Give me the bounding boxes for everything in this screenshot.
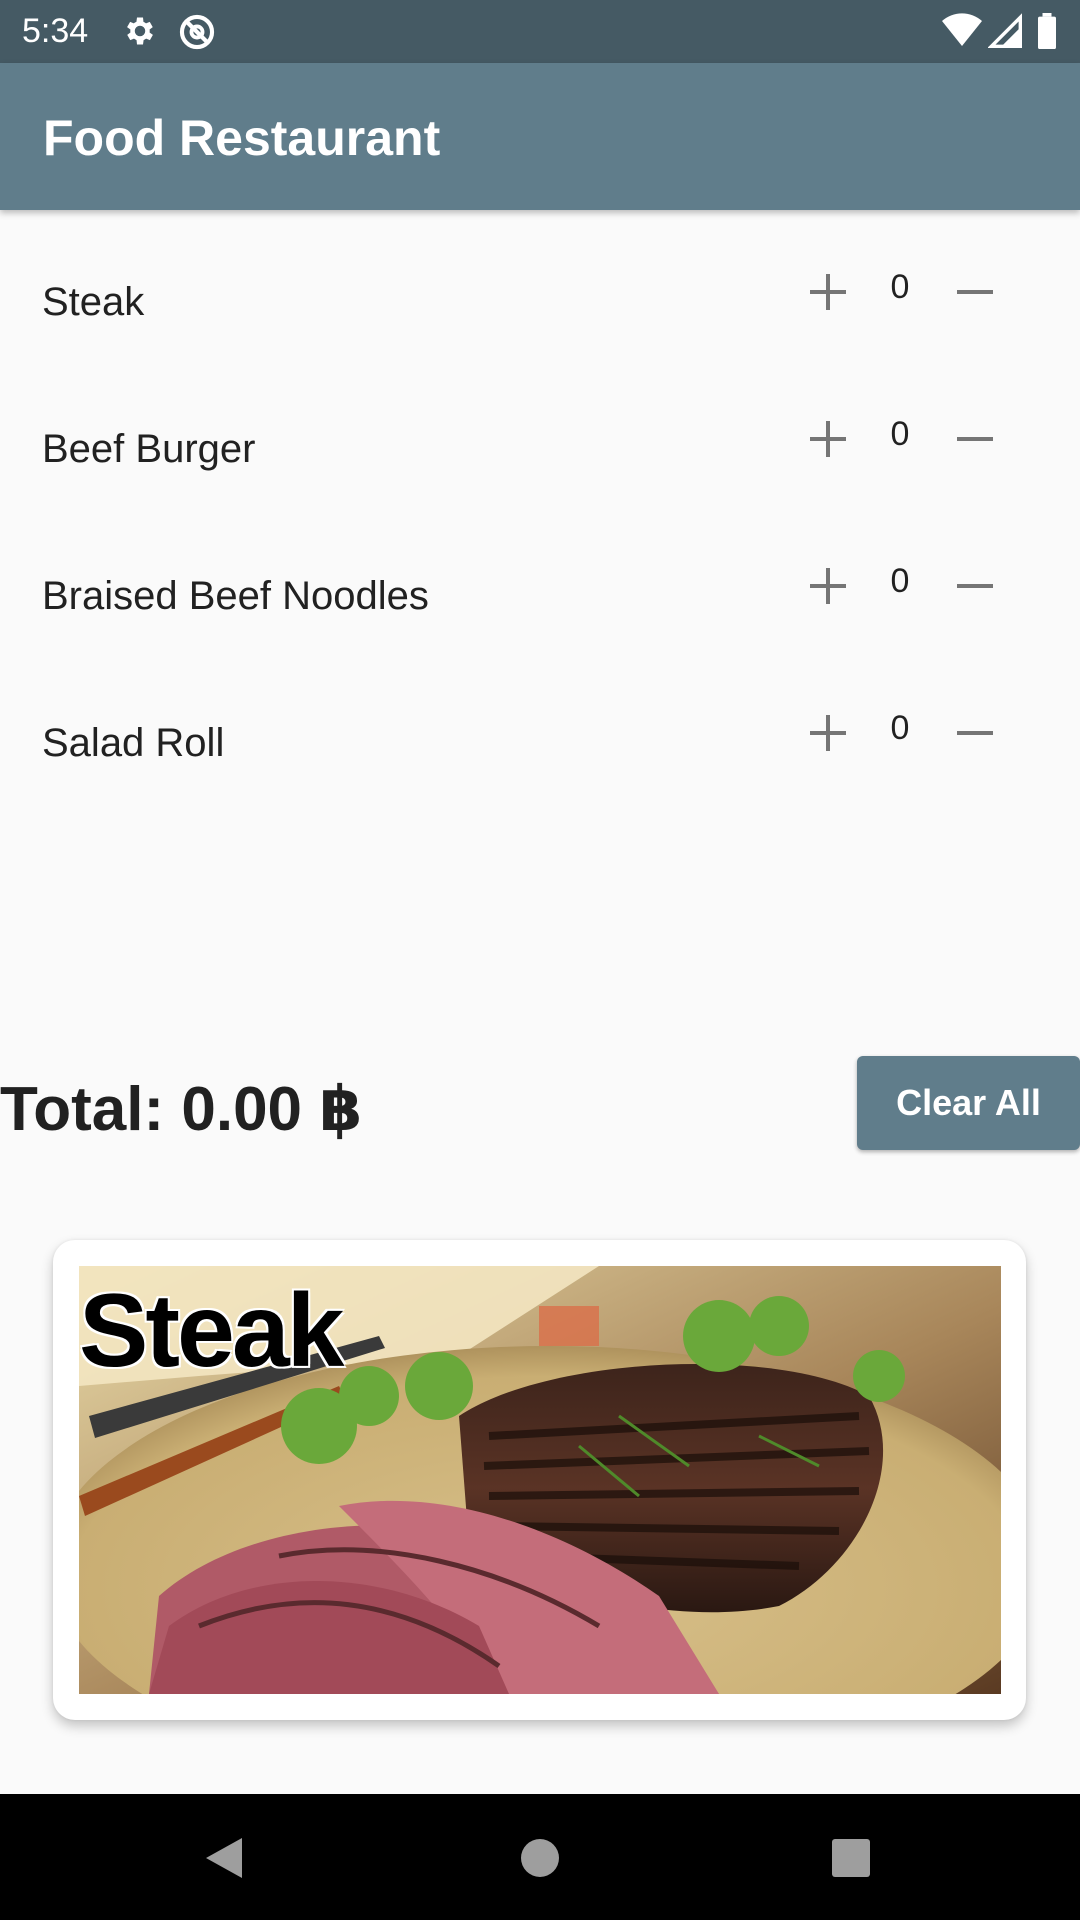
signal-icon <box>987 13 1022 54</box>
battery-icon <box>1036 13 1058 54</box>
menu-row-salad-roll: Salad Roll 0 <box>0 681 1080 828</box>
menu-item-name: Salad Roll <box>42 721 225 765</box>
menu-item-name: Beef Burger <box>42 427 256 471</box>
status-time: 5:34 <box>22 12 89 50</box>
plus-icon[interactable] <box>800 558 856 614</box>
quantity-value: 0 <box>890 268 910 306</box>
minus-icon[interactable] <box>947 558 1003 614</box>
app-title: Food Restaurant <box>43 110 441 166</box>
minus-icon[interactable] <box>947 411 1003 467</box>
navigation-bar <box>0 1794 1080 1920</box>
back-icon[interactable] <box>204 1836 244 1885</box>
plus-icon[interactable] <box>800 705 856 761</box>
menu-row-steak: Steak 0 <box>0 240 1080 387</box>
plus-icon[interactable] <box>800 264 856 320</box>
minus-icon[interactable] <box>947 264 1003 320</box>
menu-row-beef-burger: Beef Burger 0 <box>0 387 1080 534</box>
clear-all-button[interactable]: Clear All <box>857 1056 1080 1150</box>
recents-icon[interactable] <box>832 1839 870 1882</box>
preview-card: Steak <box>53 1240 1026 1720</box>
home-icon[interactable] <box>520 1838 560 1883</box>
gear-icon <box>122 13 158 54</box>
total-label: Total: 0.00 ฿ <box>0 1075 363 1144</box>
menu-item-name: Braised Beef Noodles <box>42 574 429 618</box>
menu-row-braised-beef-noodles: Braised Beef Noodles 0 <box>0 534 1080 681</box>
quantity-value: 0 <box>890 415 910 453</box>
app-bar: Food Restaurant <box>0 63 1080 210</box>
at-sign-icon <box>178 13 216 56</box>
quantity-value: 0 <box>890 562 910 600</box>
food-image: Steak <box>79 1266 1001 1694</box>
plus-icon[interactable] <box>800 411 856 467</box>
status-bar: 5:34 <box>0 0 1080 63</box>
wifi-icon <box>942 13 982 54</box>
minus-icon[interactable] <box>947 705 1003 761</box>
image-caption: Steak <box>79 1273 345 1389</box>
menu-item-name: Steak <box>42 280 145 324</box>
quantity-value: 0 <box>890 709 910 747</box>
